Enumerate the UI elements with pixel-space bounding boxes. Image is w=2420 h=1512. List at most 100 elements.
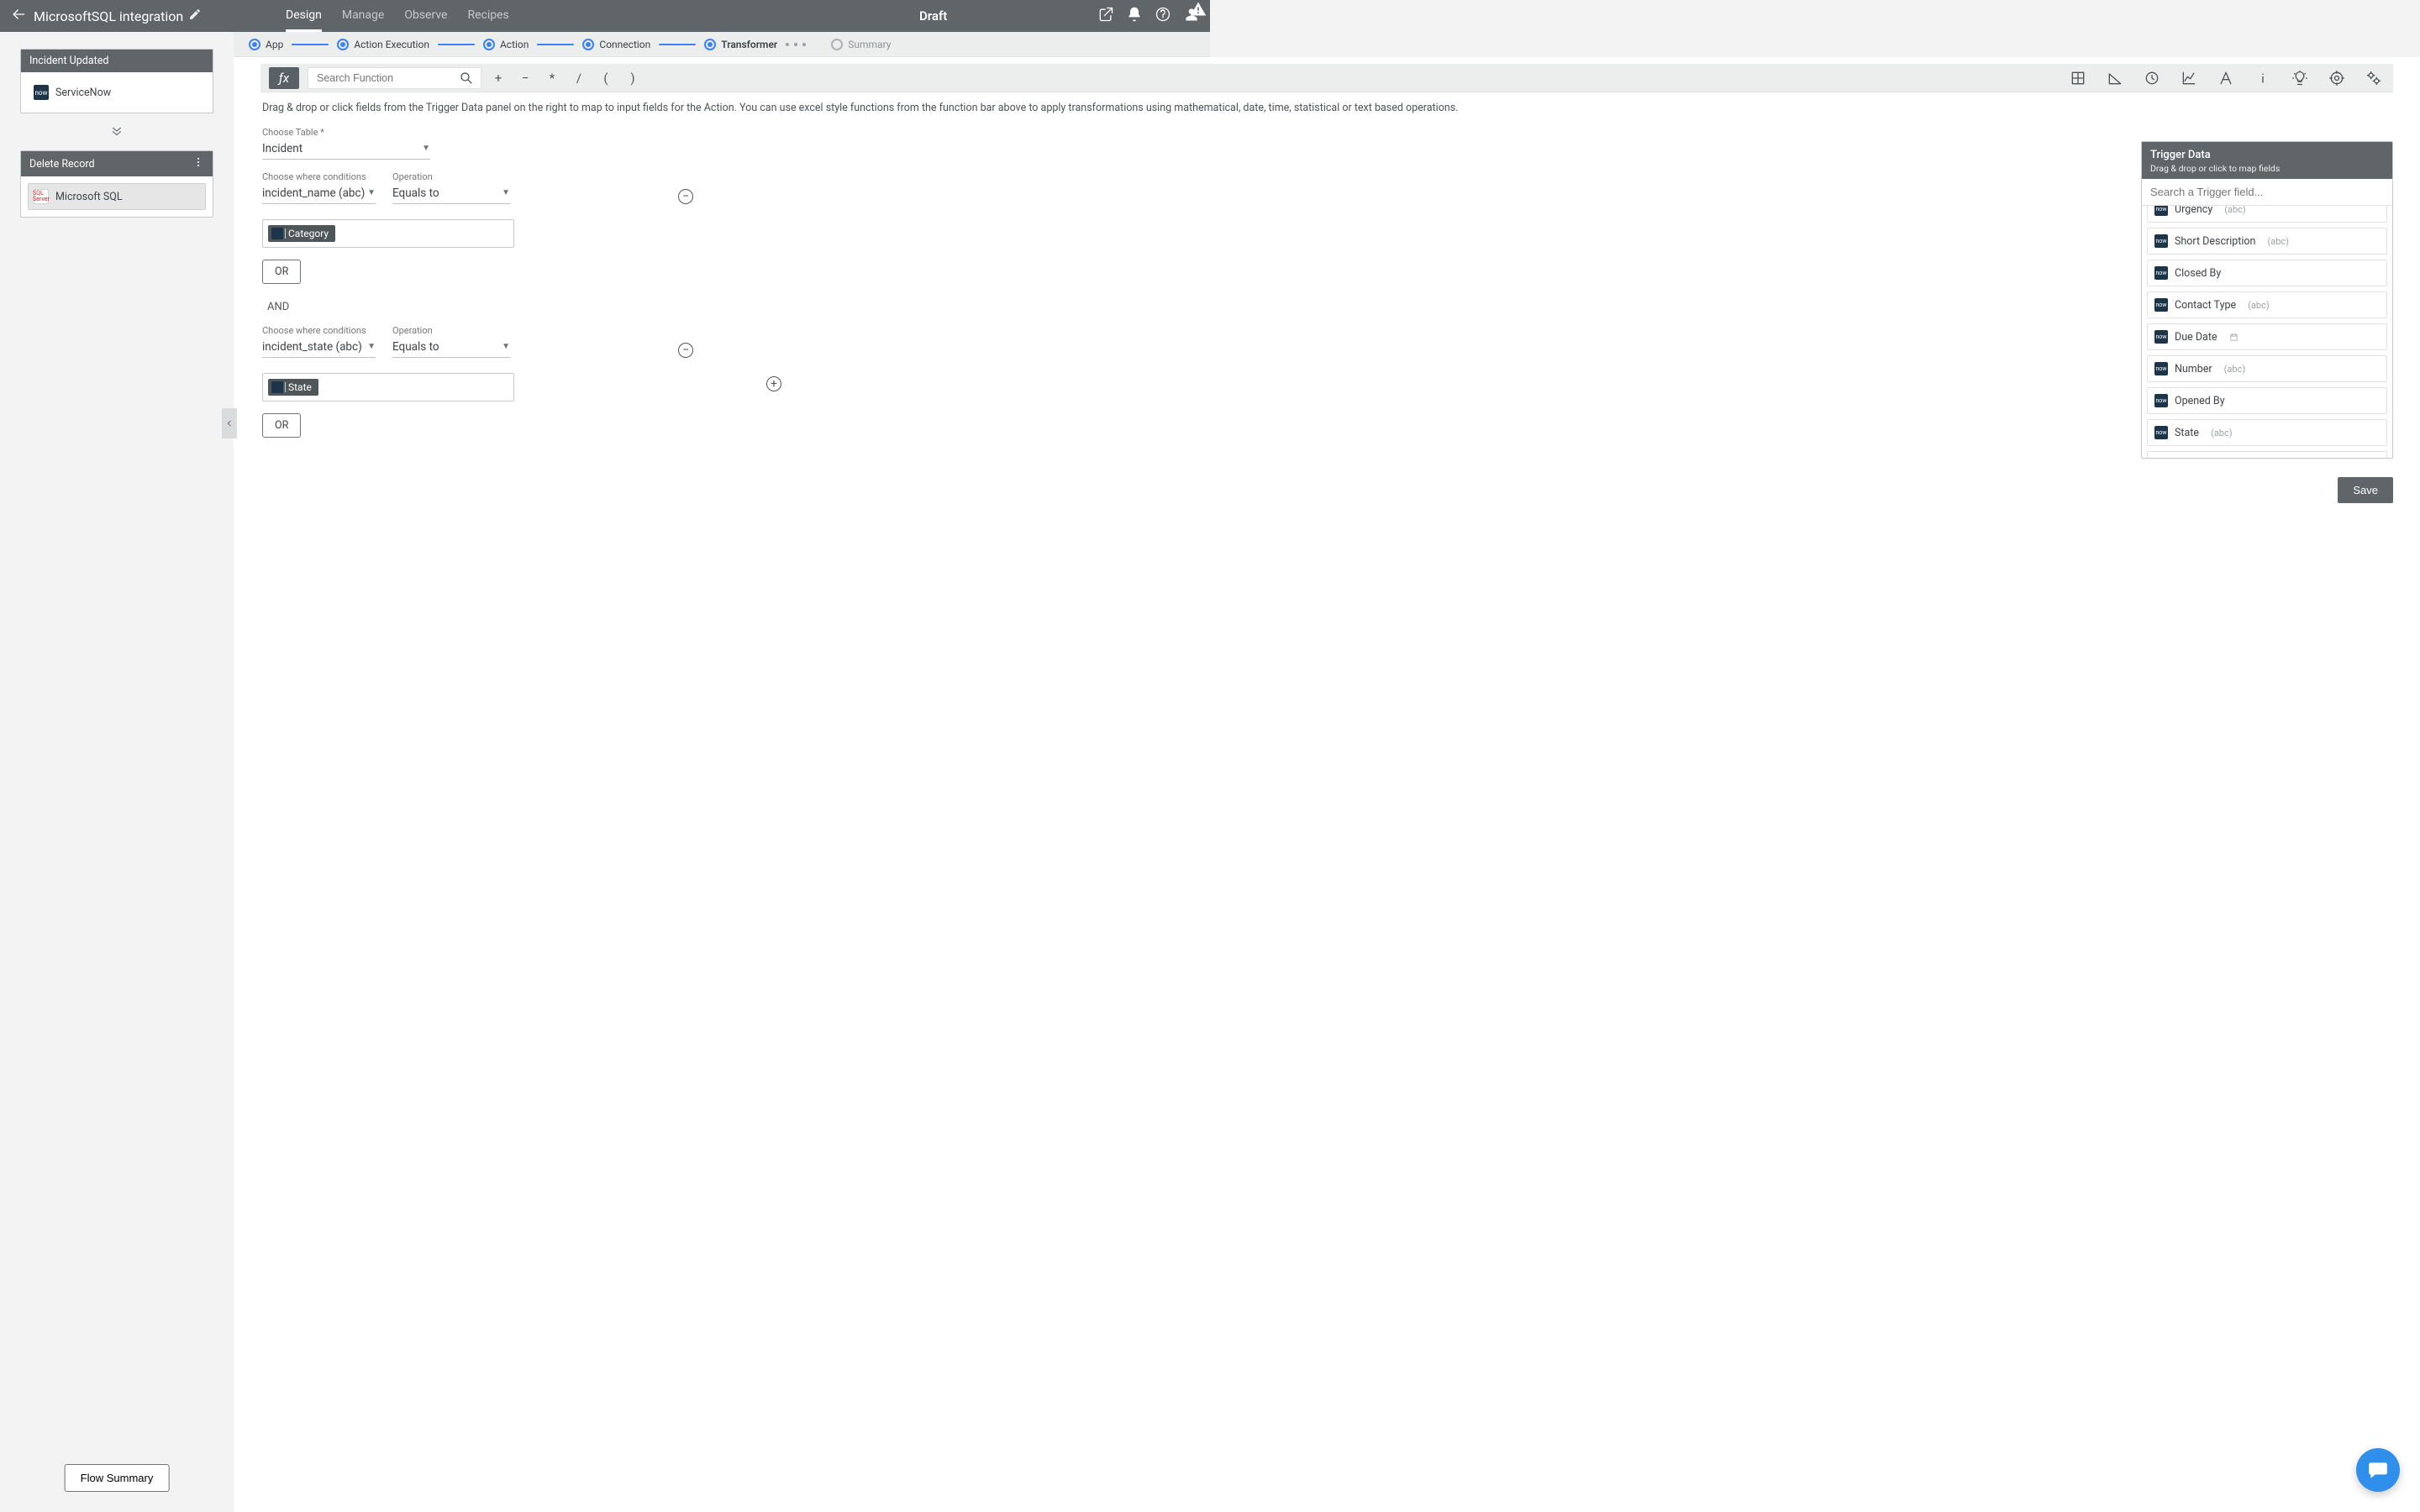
fx-category-icons: [2069, 69, 2383, 87]
op-open-paren[interactable]: (: [592, 67, 619, 89]
status-badge: Draft: [919, 8, 947, 24]
transformer-form: Choose Table * Incident▼ Choose where co…: [234, 120, 2420, 444]
trigger-field-opened-by[interactable]: nowOpened By: [2147, 387, 2387, 414]
action-source-label: Microsoft SQL: [55, 191, 123, 203]
servicenow-icon: now: [34, 85, 49, 100]
warning-icon: [1190, 1, 1207, 21]
top-app-bar: MicrosoftSQL integration Design Manage O…: [0, 0, 1210, 32]
angle-icon[interactable]: [2106, 69, 2124, 87]
trigger-panel-header: Trigger Data Drag & drop or click to map…: [2142, 142, 2392, 179]
wizard-steps: App Action Execution Action Connection T…: [234, 32, 1210, 57]
action-source-row[interactable]: SQLServer Microsoft SQL: [28, 183, 206, 210]
step-action-execution[interactable]: Action Execution: [337, 39, 429, 50]
function-bar: ƒx + − * / ( ): [260, 64, 2393, 92]
and-label: AND: [267, 301, 2391, 313]
choose-table-label: Choose Table *: [262, 127, 2391, 138]
add-condition-icon[interactable]: +: [766, 376, 781, 391]
trigger-data-panel: Trigger Data Drag & drop or click to map…: [2141, 141, 2393, 459]
search-icon: [459, 71, 474, 86]
collapse-sidebar-icon[interactable]: [222, 408, 237, 438]
cond1-op-select[interactable]: Equals to▼: [392, 184, 510, 204]
condition-2-row: Choose where conditions incident_state (…: [262, 325, 2391, 358]
action-node-title: Delete Record: [29, 158, 95, 171]
trigger-source-label: ServiceNow: [55, 87, 111, 99]
flow-connector-icon: [20, 123, 213, 142]
cond2-chip[interactable]: State: [268, 379, 318, 396]
avatar[interactable]: [1183, 6, 1200, 26]
text-icon[interactable]: [2217, 69, 2235, 87]
cond1-where-select[interactable]: incident_name (abc)▼: [262, 184, 376, 204]
open-external-icon[interactable]: [1097, 6, 1114, 26]
clock-icon[interactable]: [2143, 69, 2161, 87]
trigger-field-knowledge[interactable]: nowKnowledge(T/F): [2147, 451, 2387, 458]
lightbulb-icon[interactable]: [2291, 69, 2309, 87]
info-icon[interactable]: [2254, 69, 2272, 87]
step-connection[interactable]: Connection: [582, 39, 650, 50]
trigger-search-input[interactable]: [2142, 179, 2392, 206]
mssql-icon: SQLServer: [34, 189, 49, 204]
kebab-icon[interactable]: [192, 156, 204, 171]
trigger-node[interactable]: Incident Updated now ServiceNow: [20, 49, 213, 113]
chat-icon: [2367, 1459, 2389, 1481]
cond1-value-input[interactable]: Category: [262, 219, 514, 248]
cond1-chip[interactable]: Category: [268, 225, 335, 242]
servicenow-chip-icon: [271, 381, 283, 393]
servicenow-chip-icon: [271, 228, 283, 239]
trigger-field-state[interactable]: nowState(abc): [2147, 419, 2387, 446]
trigger-field-list[interactable]: nowUrgency(abc) nowShort Description(abc…: [2142, 206, 2392, 458]
trigger-field-short-description[interactable]: nowShort Description(abc): [2147, 228, 2387, 255]
op-plus[interactable]: +: [485, 67, 512, 89]
fx-icon: ƒx: [269, 67, 299, 89]
main-panel: ƒx + − * / ( ) Drag & drop or click fiel…: [234, 57, 2420, 1512]
bell-icon[interactable]: [1126, 6, 1143, 26]
trigger-field-urgency[interactable]: nowUrgency(abc): [2147, 206, 2387, 223]
chart-icon[interactable]: [2180, 69, 2198, 87]
left-sidebar: Incident Updated now ServiceNow Delete R…: [0, 32, 234, 1512]
step-summary[interactable]: Summary: [831, 39, 891, 50]
trigger-field-closed-by[interactable]: nowClosed By: [2147, 260, 2387, 286]
page-title: MicrosoftSQL integration: [34, 8, 183, 24]
step-app[interactable]: App: [249, 39, 283, 50]
header-tabs: Design Manage Observe Recipes: [286, 0, 509, 32]
cond2-where-select[interactable]: incident_state (abc)▼: [262, 338, 376, 358]
trigger-source-row[interactable]: now ServiceNow: [28, 79, 206, 106]
tab-design[interactable]: Design: [286, 0, 322, 32]
calendar-icon: [2229, 333, 2238, 342]
flow-summary-button[interactable]: Flow Summary: [65, 1464, 170, 1492]
choose-table-select[interactable]: Incident▼: [262, 139, 430, 160]
fx-operators: + − * / ( ): [485, 67, 646, 89]
remove-condition-2-icon[interactable]: −: [678, 343, 693, 358]
edit-icon[interactable]: [188, 8, 202, 24]
trigger-node-title: Incident Updated: [29, 55, 108, 67]
save-button[interactable]: Save: [2338, 477, 2393, 503]
cond2-value-input[interactable]: State: [262, 373, 514, 402]
cond2-op-select[interactable]: Equals to▼: [392, 338, 510, 358]
header-icon-group: [1097, 6, 1200, 26]
gears-icon[interactable]: [2365, 69, 2383, 87]
remove-condition-1-icon[interactable]: −: [678, 189, 693, 204]
helper-text: Drag & drop or click fields from the Tri…: [234, 92, 2420, 120]
grid-icon[interactable]: [2069, 69, 2087, 87]
function-search[interactable]: [308, 67, 481, 89]
op-minus[interactable]: −: [512, 67, 539, 89]
step-transformer[interactable]: Transformer: [704, 39, 777, 50]
target-icon[interactable]: [2328, 69, 2346, 87]
or-button-2[interactable]: OR: [262, 413, 301, 438]
trigger-field-number[interactable]: nowNumber(abc): [2147, 355, 2387, 382]
trigger-field-due-date[interactable]: nowDue Date: [2147, 323, 2387, 350]
function-search-input[interactable]: [315, 71, 454, 85]
step-action[interactable]: Action: [483, 39, 529, 50]
condition-1-row: Choose where conditions incident_name (a…: [262, 171, 2391, 204]
tab-recipes[interactable]: Recipes: [467, 0, 508, 32]
action-node[interactable]: Delete Record SQLServer Microsoft SQL: [20, 150, 213, 218]
or-button-1[interactable]: OR: [262, 260, 301, 284]
trigger-field-contact-type[interactable]: nowContact Type(abc): [2147, 291, 2387, 318]
back-icon[interactable]: [10, 6, 27, 26]
op-close-paren[interactable]: ): [619, 67, 646, 89]
help-icon[interactable]: [1155, 6, 1171, 26]
op-mult[interactable]: *: [539, 67, 566, 89]
tab-observe[interactable]: Observe: [404, 0, 447, 32]
tab-manage[interactable]: Manage: [342, 0, 384, 32]
op-div[interactable]: /: [566, 67, 592, 89]
chat-fab[interactable]: [2356, 1448, 2400, 1492]
